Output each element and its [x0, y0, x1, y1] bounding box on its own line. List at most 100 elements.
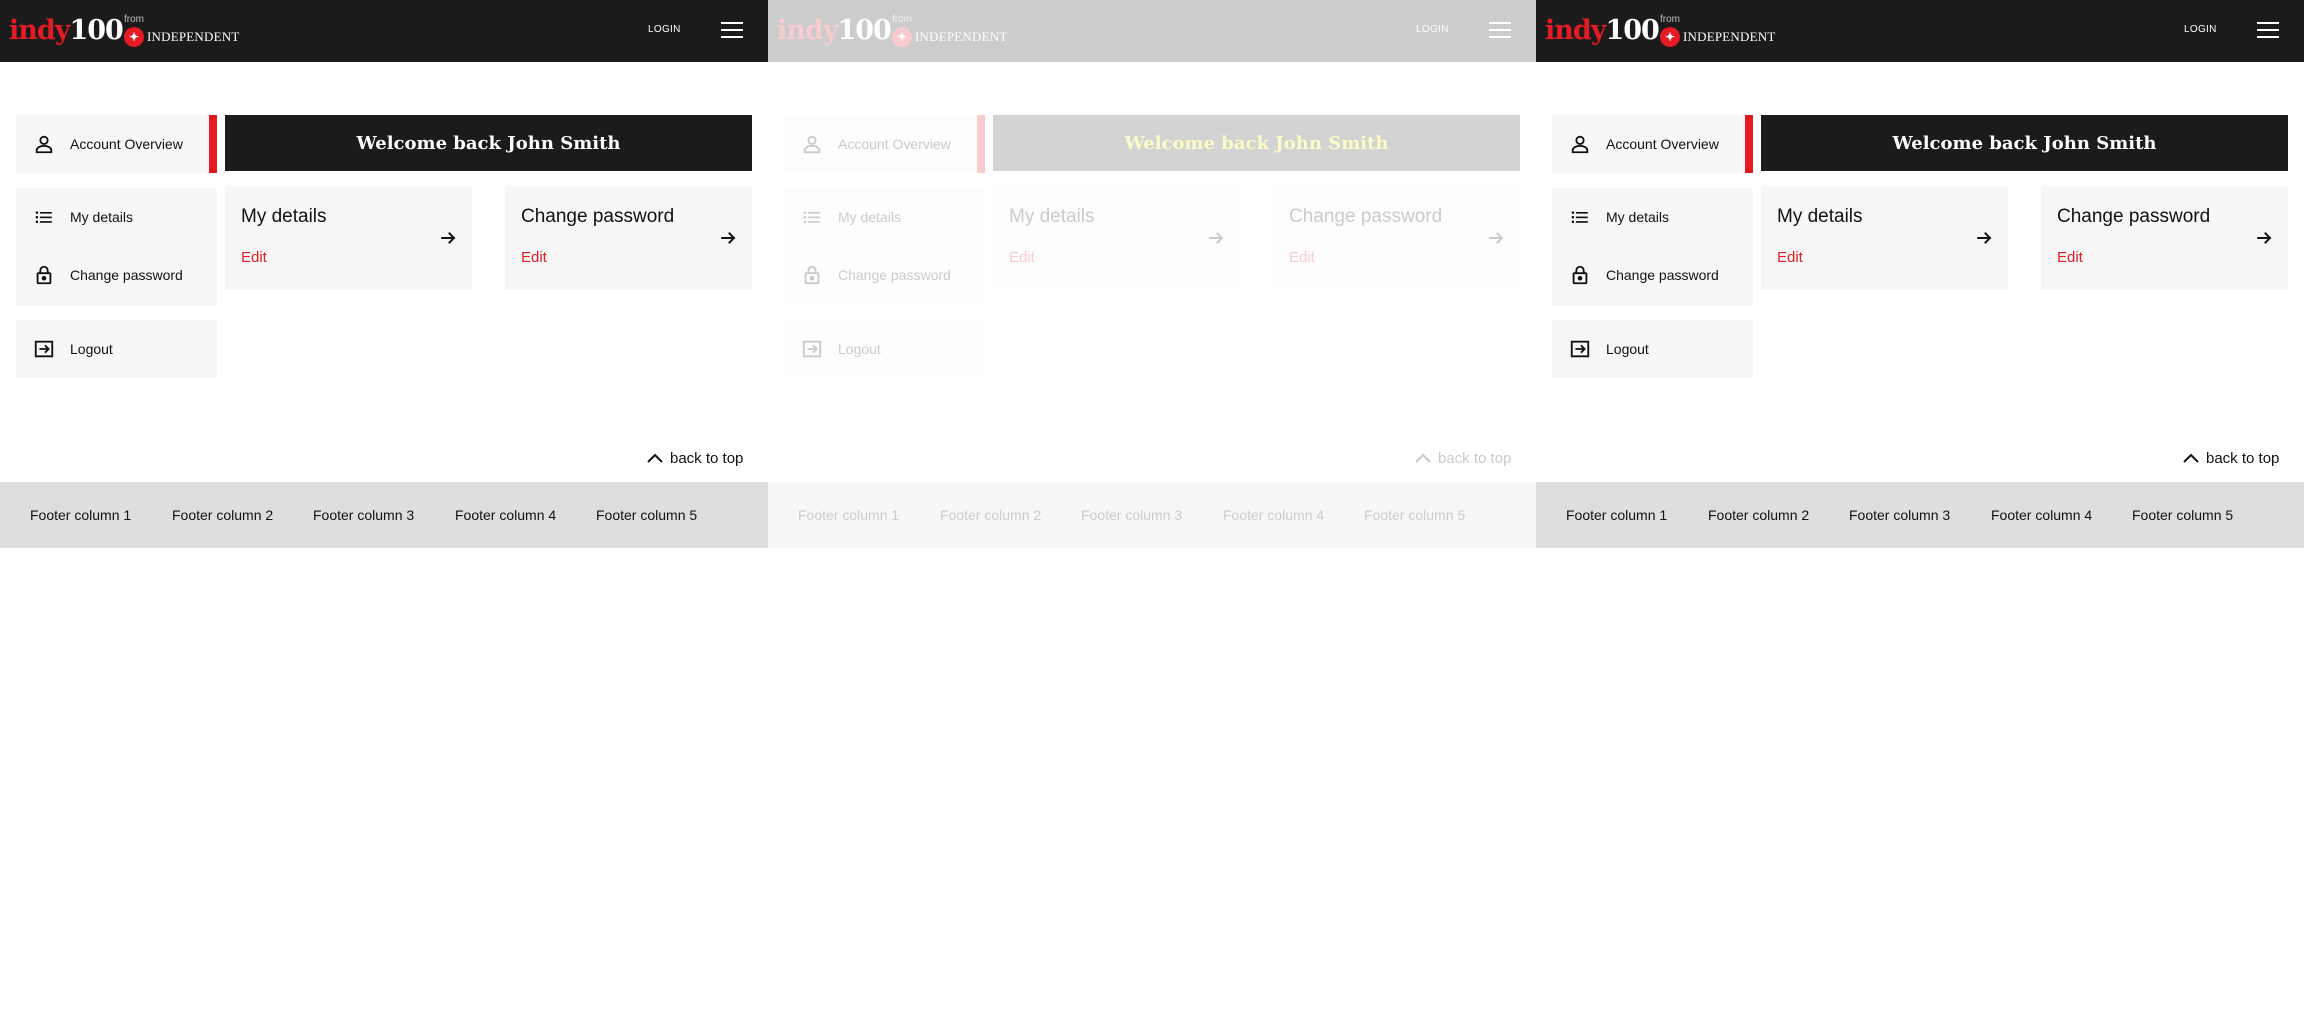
footer-column-link[interactable]: Footer column 3 — [1849, 507, 1950, 523]
footer-column-link[interactable]: Footer column 2 — [940, 507, 1041, 523]
edit-link[interactable]: Edit — [1289, 249, 1315, 266]
card-title: My details — [1009, 206, 1095, 227]
person-icon — [35, 135, 53, 154]
footer-column-link[interactable]: Footer column 4 — [455, 507, 556, 523]
sidebar-item-logout[interactable]: Logout — [16, 320, 217, 378]
welcome-banner: Welcome back John Smith — [993, 115, 1520, 171]
site-footer: Footer column 1 Footer column 2 Footer c… — [0, 482, 768, 548]
login-link[interactable]: LOGIN — [1416, 24, 1449, 35]
my-details-card[interactable]: My details Edit — [993, 186, 1240, 289]
site-header: indy 100 from ✦ INDEPENDENT LOGIN — [0, 0, 768, 62]
footer-column-link[interactable]: Footer column 3 — [1081, 507, 1182, 523]
site-footer: Footer column 1 Footer column 2 Footer c… — [768, 482, 1536, 548]
independent-brand: from ✦ INDEPENDENT — [892, 14, 1012, 50]
sidebar-item-my-details[interactable]: My details — [1552, 188, 1753, 246]
card-title: My details — [1777, 206, 1863, 227]
arrow-right-icon[interactable] — [1975, 229, 1993, 247]
change-password-card[interactable]: Change password Edit — [2041, 186, 2288, 289]
arrow-right-icon[interactable] — [1487, 229, 1505, 247]
from-label: from — [124, 14, 144, 25]
lock-icon — [36, 265, 52, 285]
edit-link[interactable]: Edit — [521, 249, 547, 266]
change-password-card[interactable]: Change password Edit — [1273, 186, 1520, 289]
footer-column-link[interactable]: Footer column 5 — [2132, 507, 2233, 523]
footer-column-link[interactable]: Footer column 4 — [1223, 507, 1324, 523]
indy100-logo[interactable]: indy 100 — [777, 13, 892, 47]
footer-column-link[interactable]: Footer column 5 — [1364, 507, 1465, 523]
back-to-top-link[interactable]: back to top — [646, 447, 743, 469]
sidebar-item-account-overview[interactable]: Account Overview — [784, 115, 977, 173]
site-header: indy 100 from ✦ INDEPENDENT LOGIN — [1536, 0, 2304, 62]
welcome-text: Welcome back John Smith — [1892, 132, 2157, 154]
sidebar-item-change-password[interactable]: Change password — [784, 246, 985, 304]
independent-label: INDEPENDENT — [915, 29, 1008, 44]
sidebar-group: My details Change password — [784, 188, 985, 306]
footer-column-link[interactable]: Footer column 2 — [172, 507, 273, 523]
account-page: indy 100 from ✦ INDEPENDENT LOGIN Account… — [0, 0, 768, 1024]
footer-column-link[interactable]: Footer column 4 — [1991, 507, 2092, 523]
active-indicator — [209, 115, 217, 173]
footer-column-link[interactable]: Footer column 1 — [798, 507, 899, 523]
arrow-right-icon[interactable] — [719, 229, 737, 247]
sidebar-item-account-overview[interactable]: Account Overview — [16, 115, 209, 173]
logout-icon — [34, 340, 54, 358]
footer-column-link[interactable]: Footer column 1 — [1566, 507, 1667, 523]
independent-label: INDEPENDENT — [147, 29, 240, 44]
welcome-banner: Welcome back John Smith — [225, 115, 752, 171]
sidebar-item-my-details[interactable]: My details — [784, 188, 985, 246]
sidebar-item-logout[interactable]: Logout — [1552, 320, 1753, 378]
my-details-card[interactable]: My details Edit — [1761, 186, 2008, 289]
indy100-logo[interactable]: indy 100 — [1545, 13, 1660, 47]
eagle-emblem-icon: ✦ — [892, 27, 912, 47]
hamburger-menu-icon[interactable] — [2257, 22, 2279, 38]
edit-link[interactable]: Edit — [1777, 249, 1803, 266]
active-indicator — [1745, 115, 1753, 173]
edit-link[interactable]: Edit — [2057, 249, 2083, 266]
logo-100-text: 100 — [69, 14, 123, 46]
card-title: Change password — [521, 206, 675, 227]
account-page: indy 100 from ✦ INDEPENDENT LOGIN Account… — [1536, 0, 2304, 1024]
back-to-top-link[interactable]: back to top — [1414, 447, 1511, 469]
sidebar-item-label: Change password — [70, 267, 183, 283]
chevron-up-icon — [2183, 453, 2199, 463]
welcome-banner: Welcome back John Smith — [1761, 115, 2288, 171]
back-to-top-label: back to top — [1438, 449, 1512, 467]
footer-column-link[interactable]: Footer column 3 — [313, 507, 414, 523]
sidebar-item-my-details[interactable]: My details — [16, 188, 217, 246]
arrow-right-icon[interactable] — [439, 229, 457, 247]
logout-icon — [1570, 340, 1590, 358]
sidebar-item-account-overview[interactable]: Account Overview — [1552, 115, 1745, 173]
hamburger-menu-icon[interactable] — [721, 22, 743, 38]
footer-column-link[interactable]: Footer column 1 — [30, 507, 131, 523]
sidebar-item-change-password[interactable]: Change password — [16, 246, 217, 304]
my-details-card[interactable]: My details Edit — [225, 186, 472, 289]
arrow-right-icon[interactable] — [1207, 229, 1225, 247]
from-label: from — [892, 14, 912, 25]
indy100-logo[interactable]: indy 100 — [9, 13, 124, 47]
site-footer: Footer column 1 Footer column 2 Footer c… — [1536, 482, 2304, 548]
sidebar-item-label: Logout — [70, 341, 113, 357]
back-to-top-link[interactable]: back to top — [2182, 447, 2279, 469]
eagle-emblem-icon: ✦ — [1660, 27, 1680, 47]
footer-column-link[interactable]: Footer column 5 — [596, 507, 697, 523]
welcome-text: Welcome back John Smith — [356, 132, 621, 154]
logo-indy-text: indy — [9, 14, 70, 46]
sidebar-group: My details Change password — [1552, 188, 1753, 306]
sidebar-item-logout[interactable]: Logout — [784, 320, 985, 378]
arrow-right-icon[interactable] — [2255, 229, 2273, 247]
hamburger-menu-icon[interactable] — [1489, 22, 1511, 38]
edit-link[interactable]: Edit — [241, 249, 267, 266]
sidebar-item-label: Change password — [1606, 267, 1719, 283]
login-link[interactable]: LOGIN — [648, 24, 681, 35]
lock-icon — [804, 265, 820, 285]
footer-column-link[interactable]: Footer column 2 — [1708, 507, 1809, 523]
chevron-up-icon — [647, 453, 663, 463]
edit-link[interactable]: Edit — [1009, 249, 1035, 266]
independent-brand: from ✦ INDEPENDENT — [124, 14, 244, 50]
logo-indy-text: indy — [777, 14, 838, 46]
login-link[interactable]: LOGIN — [2184, 24, 2217, 35]
sidebar-item-label: Account Overview — [838, 136, 951, 152]
change-password-card[interactable]: Change password Edit — [505, 186, 752, 289]
account-page: indy 100 from ✦ INDEPENDENT LOGIN Account… — [768, 0, 1536, 1024]
sidebar-item-change-password[interactable]: Change password — [1552, 246, 1753, 304]
